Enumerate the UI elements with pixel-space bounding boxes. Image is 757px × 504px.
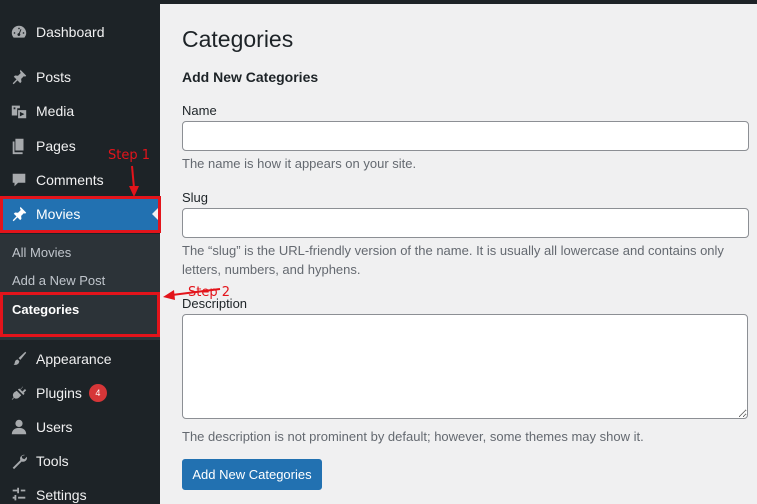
settings-icon	[9, 485, 29, 504]
slug-input[interactable]	[182, 208, 749, 238]
brush-icon	[9, 349, 29, 369]
sidebar-item-settings[interactable]: Settings	[0, 478, 160, 504]
media-icon	[9, 101, 29, 121]
sidebar-item-label: Users	[36, 419, 73, 435]
update-count-badge: 4	[88, 384, 107, 402]
sidebar-item-label: Appearance	[36, 351, 112, 367]
sidebar-item-comments[interactable]: Comments	[0, 163, 160, 197]
sidebar-item-label: Dashboard	[36, 24, 105, 40]
description-help-text: The description is not prominent by defa…	[182, 429, 644, 444]
step-1-label: Step 1	[108, 148, 151, 163]
name-input[interactable]	[182, 121, 749, 151]
slug-help-text: The “slug” is the URL-friendly version o…	[182, 243, 724, 277]
description-label: Description	[182, 296, 248, 311]
sidebar-item-users[interactable]: Users	[0, 410, 160, 444]
sidebar-item-posts[interactable]: Posts	[0, 60, 160, 94]
sidebar-item-label: Settings	[36, 487, 87, 503]
name-help-text: The name is how it appears on your site.	[182, 156, 417, 171]
sidebar-item-label: Posts	[36, 69, 72, 85]
admin-sidebar: Dashboard Posts Media Pages Comments Mov…	[0, 0, 160, 504]
comment-icon	[9, 170, 29, 190]
submenu-item-add-new-post[interactable]: Add a New Post	[12, 273, 105, 288]
sidebar-item-tools[interactable]: Tools	[0, 444, 160, 478]
user-icon	[9, 417, 29, 437]
slug-label: Slug	[182, 190, 209, 205]
sidebar-item-dashboard[interactable]: Dashboard	[0, 15, 160, 49]
sidebar-item-label: Comments	[36, 172, 104, 188]
step-2-highlight-box	[0, 292, 160, 337]
dashboard-icon	[9, 22, 29, 42]
pin-icon	[9, 67, 29, 87]
submenu-item-all-movies[interactable]: All Movies	[12, 245, 71, 260]
sidebar-item-media[interactable]: Media	[0, 94, 160, 128]
page-title: Categories	[182, 26, 294, 52]
sidebar-item-label: Tools	[36, 453, 69, 469]
add-new-category-button[interactable]: Add New Categories	[182, 459, 322, 490]
sidebar-item-label: Media	[36, 103, 75, 119]
sidebar-item-label: Pages	[36, 138, 76, 154]
sidebar-item-plugins[interactable]: Plugins 4	[0, 376, 160, 410]
step-1-highlight-box	[0, 196, 161, 233]
description-textarea[interactable]	[182, 314, 748, 419]
section-title: Add New Categories	[182, 69, 319, 85]
wrench-icon	[9, 451, 29, 471]
pages-icon	[9, 136, 29, 156]
name-label: Name	[182, 103, 217, 118]
sidebar-item-label: Plugins	[36, 385, 82, 401]
sidebar-item-appearance[interactable]: Appearance	[0, 342, 160, 376]
plugin-icon	[9, 383, 29, 403]
